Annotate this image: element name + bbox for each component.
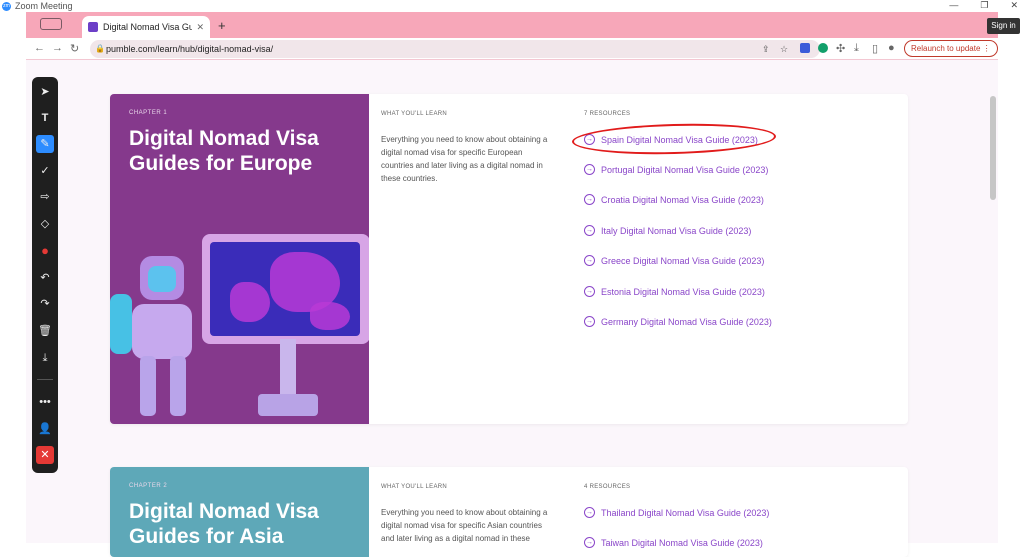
pen-icon[interactable]: ✎: [36, 135, 54, 153]
color-icon[interactable]: ●: [36, 242, 54, 260]
robot-leg: [170, 356, 186, 416]
chapter-label: CHAPTER 2: [129, 483, 168, 489]
billboard-base: [258, 394, 318, 416]
learn-heading: WHAT YOU'LL LEARN: [381, 111, 448, 117]
browser-tab-strip: Digital Nomad Visa Guides – P ✕ +: [26, 12, 998, 38]
resource-link[interactable]: → Estonia Digital Nomad Visa Guide (2023): [584, 286, 765, 297]
chapter-label: CHAPTER 1: [129, 110, 168, 116]
resource-label: Estonia Digital Nomad Visa Guide (2023): [601, 286, 765, 297]
arrow-right-circle-icon: →: [584, 194, 595, 205]
resources-heading: 4 RESOURCES: [584, 484, 631, 490]
more-icon[interactable]: •••: [36, 393, 54, 411]
resource-link[interactable]: → Germany Digital Nomad Visa Guide (2023): [584, 316, 772, 327]
redo-icon[interactable]: ↷: [36, 295, 54, 313]
new-tab-icon[interactable]: +: [218, 18, 226, 33]
relaunch-label: Relaunch to update: [911, 44, 981, 53]
tab-title: Digital Nomad Visa Guides – P: [103, 22, 193, 32]
zoom-title-bar: zm Zoom Meeting — ❐ ✕: [0, 0, 1024, 12]
tab-search-icon[interactable]: [40, 18, 62, 30]
eraser-icon[interactable]: ◇: [36, 215, 54, 233]
resource-label: Croatia Digital Nomad Visa Guide (2023): [601, 194, 764, 205]
left-margin: [0, 12, 26, 543]
browser-tab[interactable]: Digital Nomad Visa Guides – P ✕: [82, 16, 210, 38]
chapter-card: CHAPTER 2 Digital Nomad Visa Guides for …: [110, 467, 908, 557]
resource-link[interactable]: → Greece Digital Nomad Visa Guide (2023): [584, 255, 764, 266]
resource-label: Portugal Digital Nomad Visa Guide (2023): [601, 164, 769, 175]
profile-avatar-icon[interactable]: ●: [888, 42, 895, 54]
resource-link[interactable]: → Thailand Digital Nomad Visa Guide (2023…: [584, 507, 769, 518]
resources-heading: 7 RESOURCES: [584, 111, 631, 117]
checkmark-icon[interactable]: ✓: [36, 162, 54, 180]
bookmark-star-icon[interactable]: ☆: [780, 40, 788, 58]
url-text: pumble.com/learn/hub/digital-nomad-visa/: [106, 44, 274, 54]
resource-label: Greece Digital Nomad Visa Guide (2023): [601, 255, 765, 266]
learn-description: Everything you need to know about obtain…: [381, 135, 548, 183]
robot-backpack: [110, 294, 132, 354]
download-icon[interactable]: ⤓: [854, 42, 859, 55]
save-icon[interactable]: ⤓: [36, 349, 54, 367]
sign-in-tooltip: Sign in: [987, 18, 1020, 34]
reload-icon[interactable]: ↻: [70, 42, 79, 55]
resource-link[interactable]: → Croatia Digital Nomad Visa Guide (2023): [584, 194, 764, 205]
resource-label: Thailand Digital Nomad Visa Guide (2023): [601, 507, 770, 518]
chapter-title[interactable]: Digital Nomad Visa Guides for Asia: [129, 499, 349, 549]
right-margin: [998, 38, 1024, 543]
zoom-logo-icon: zm: [2, 1, 11, 11]
pointer-icon[interactable]: ➤: [36, 83, 54, 101]
zoom-window-title: Zoom Meeting: [15, 1, 73, 11]
robot-illustration: [140, 256, 184, 300]
minimize-icon[interactable]: —: [949, 0, 958, 11]
toolbar-divider: [37, 379, 53, 380]
page-scrollbar[interactable]: [990, 96, 996, 200]
arrow-right-circle-icon: →: [584, 255, 595, 266]
close-icon[interactable]: ✕: [36, 446, 54, 464]
share-icon[interactable]: ⇪: [762, 40, 770, 58]
side-panel-icon[interactable]: ▯: [872, 42, 878, 55]
robot-body: [132, 304, 192, 359]
extension-icon[interactable]: [800, 43, 810, 53]
chapter-title[interactable]: Digital Nomad Visa Guides for Europe: [129, 126, 349, 176]
tab-close-icon[interactable]: ✕: [196, 22, 204, 33]
arrow-right-circle-icon: →: [584, 316, 595, 327]
learn-description: Everything you need to know about obtain…: [381, 508, 548, 543]
annotation-toolbar: ➤ T ✎ ✓ ⇨ ◇ ● ↶ ↷ 🗑 ⤓ ••• 👤 ✕: [32, 77, 58, 473]
url-bar[interactable]: 🔒 pumble.com/learn/hub/digital-nomad-vis…: [90, 40, 820, 58]
chapter-hero: CHAPTER 2 Digital Nomad Visa Guides for …: [110, 467, 369, 557]
relaunch-button[interactable]: Relaunch to update ⋮: [904, 40, 998, 57]
arrow-right-circle-icon: →: [584, 225, 595, 236]
billboard-post: [280, 339, 296, 399]
resource-link[interactable]: → Italy Digital Nomad Visa Guide (2023): [584, 225, 751, 236]
resource-label: Germany Digital Nomad Visa Guide (2023): [601, 316, 772, 327]
extensions-puzzle-icon[interactable]: ✣: [836, 42, 845, 55]
participant-icon[interactable]: 👤: [36, 420, 54, 438]
arrow-right-circle-icon: →: [584, 286, 595, 297]
arrow-right-circle-icon: →: [584, 507, 595, 518]
extension-icon[interactable]: [818, 43, 828, 53]
arrow-right-circle-icon: →: [584, 164, 595, 175]
undo-icon[interactable]: ↶: [36, 269, 54, 287]
trash-icon[interactable]: 🗑: [36, 322, 54, 340]
chapter-card: CHAPTER 1 Digital Nomad Visa Guides for …: [110, 94, 908, 424]
resource-link[interactable]: → Portugal Digital Nomad Visa Guide (2023…: [584, 164, 768, 175]
chapter-hero: CHAPTER 1 Digital Nomad Visa Guides for …: [110, 94, 369, 424]
learn-heading: WHAT YOU'LL LEARN: [381, 484, 448, 490]
resource-label: Italy Digital Nomad Visa Guide (2023): [601, 225, 752, 236]
lock-icon: 🔒: [95, 44, 105, 53]
maximize-icon[interactable]: ❐: [980, 0, 988, 11]
pumble-favicon-icon: [88, 22, 98, 32]
close-window-icon[interactable]: ✕: [1010, 0, 1018, 11]
arrow-icon[interactable]: ⇨: [36, 188, 54, 206]
back-icon[interactable]: ←: [34, 42, 45, 54]
robot-leg: [140, 356, 156, 416]
forward-icon[interactable]: →: [52, 42, 63, 54]
billboard-illustration: [202, 234, 369, 344]
text-icon[interactable]: T: [36, 109, 54, 127]
address-toolbar: ← → ↻ 🔒 pumble.com/learn/hub/digital-nom…: [26, 38, 998, 60]
